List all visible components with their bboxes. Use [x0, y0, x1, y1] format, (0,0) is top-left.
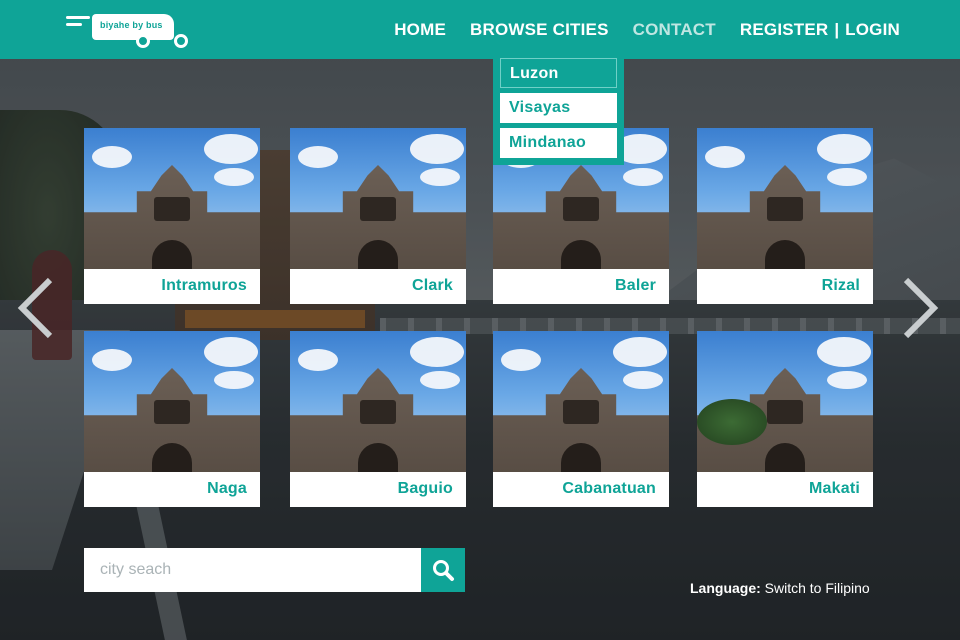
nav-separator: |: [834, 19, 840, 39]
city-card-rizal[interactable]: Rizal: [697, 128, 873, 304]
nav-login[interactable]: LOGIN: [845, 20, 900, 40]
dropdown-item-luzon[interactable]: Luzon: [500, 58, 617, 88]
browse-cities-dropdown: Luzon Visayas Mindanao: [493, 52, 624, 165]
main-nav: HOME BROWSE CITIES CONTACT REGISTER | LO…: [370, 0, 900, 59]
next-arrow-icon[interactable]: [898, 276, 942, 340]
city-label: Makati: [697, 472, 873, 507]
city-search: [84, 548, 465, 592]
logo-text: biyahe by bus: [100, 20, 163, 30]
city-photo: [84, 331, 260, 473]
city-photo: [697, 128, 873, 270]
city-label: Rizal: [697, 269, 873, 304]
language-switcher: Language: Switch to Filipino: [690, 580, 870, 596]
city-label: Clark: [290, 269, 466, 304]
logo[interactable]: biyahe by bus: [66, 12, 188, 48]
city-card-cabanatuan[interactable]: Cabanatuan: [493, 331, 669, 507]
city-photo: [697, 331, 873, 473]
search-button[interactable]: [421, 548, 465, 592]
switch-language-link[interactable]: Switch to Filipino: [765, 580, 870, 596]
previous-arrow-icon[interactable]: [14, 276, 58, 340]
dropdown-item-visayas[interactable]: Visayas: [500, 93, 617, 123]
search-icon: [433, 560, 454, 581]
city-card-intramuros[interactable]: Intramuros: [84, 128, 260, 304]
top-bar: biyahe by bus HOME BROWSE CITIES CONTACT…: [0, 0, 960, 59]
background-photo: [0, 0, 960, 640]
city-photo: [290, 331, 466, 473]
city-label: Baguio: [290, 472, 466, 507]
nav-browse-cities[interactable]: BROWSE CITIES: [470, 20, 609, 40]
city-label: Intramuros: [84, 269, 260, 304]
city-card-naga[interactable]: Naga: [84, 331, 260, 507]
city-label: Cabanatuan: [493, 472, 669, 507]
city-card-baguio[interactable]: Baguio: [290, 331, 466, 507]
language-label: Language:: [690, 580, 761, 596]
city-card-clark[interactable]: Clark: [290, 128, 466, 304]
nav-home[interactable]: HOME: [394, 20, 446, 40]
bus-icon: biyahe by bus: [92, 14, 188, 48]
nav-contact[interactable]: CONTACT: [633, 20, 716, 40]
city-label: Naga: [84, 472, 260, 507]
city-photo: [84, 128, 260, 270]
nav-register[interactable]: REGISTER: [740, 20, 829, 40]
city-photo: [290, 128, 466, 270]
auth-links: REGISTER | LOGIN: [740, 20, 900, 40]
city-search-input[interactable]: [84, 548, 421, 592]
city-label: Baler: [493, 269, 669, 304]
speed-lines-icon: [66, 16, 90, 30]
dropdown-item-mindanao[interactable]: Mindanao: [500, 128, 617, 158]
city-card-makati[interactable]: Makati: [697, 331, 873, 507]
city-photo: [493, 331, 669, 473]
